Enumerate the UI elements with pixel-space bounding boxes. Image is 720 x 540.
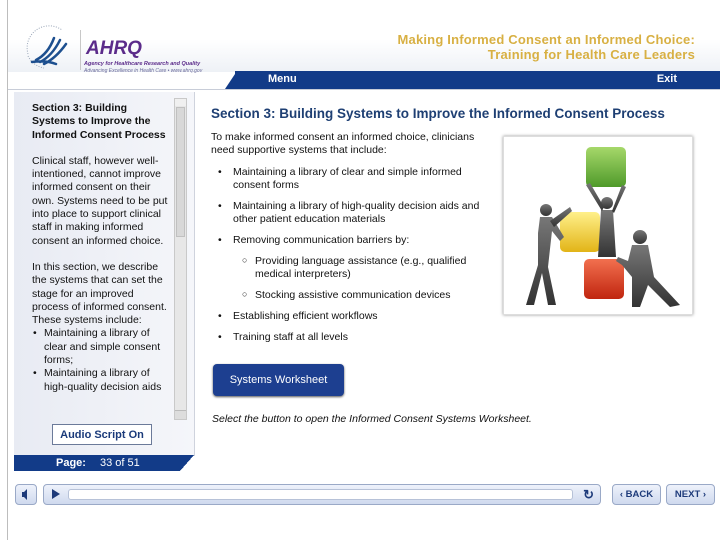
bullet-icon: • (218, 331, 222, 343)
bullet-icon: • (218, 166, 222, 178)
transcript-scrollbar[interactable] (174, 98, 187, 420)
circle-bullet-icon: ○ (242, 289, 248, 299)
transcript-paragraph-2: In this section, we describe the systems… (32, 260, 167, 327)
course-title-line1: Making Informed Consent an Informed Choi… (397, 32, 695, 47)
list-item-text: Establishing efficient workflows (233, 310, 378, 322)
logo-separator (80, 30, 81, 70)
list-item-text: Maintaining a library of clear and simpl… (233, 166, 462, 191)
mute-button[interactable] (15, 484, 37, 505)
navbar (235, 71, 720, 89)
list-item: • Maintaining a library of clear and simp… (218, 166, 498, 192)
window-border (7, 0, 8, 540)
audio-script-toggle-button[interactable]: Audio Script On (52, 424, 152, 445)
bullet-list: • Maintaining a library of clear and simp… (218, 166, 498, 352)
menu-button[interactable]: Menu (268, 73, 297, 85)
teamwork-blocks-illustration (503, 136, 693, 315)
page-bar-slant (180, 455, 194, 471)
page-title: Section 3: Building Systems to Improve t… (211, 106, 665, 121)
circle-bullet-icon: ○ (242, 255, 248, 265)
agency-tagline: Advancing Excellence in Health Care • ww… (84, 68, 203, 74)
exit-button[interactable]: Exit (657, 73, 677, 85)
green-block (586, 147, 626, 187)
list-item: • Maintaining a library of high-quality d… (218, 200, 498, 226)
transcript-paragraph-1: Clinical staff, however well-intentioned… (32, 154, 168, 247)
hhs-seal-icon (26, 25, 68, 69)
list-item: • Establishing efficient workflows (218, 310, 498, 323)
play-icon[interactable] (52, 489, 60, 499)
sub-list-item: ○ Stocking assistive communication device… (218, 289, 498, 302)
intro-text: To make informed consent an informed cho… (211, 131, 475, 156)
list-item-text: Training staff at all levels (233, 331, 348, 343)
sub-list-item-text: Providing language assistance (e.g., qua… (255, 255, 467, 280)
transcript-list-item: Maintaining a library of high-quality de… (33, 367, 168, 394)
scroll-down-arrow-icon[interactable] (175, 410, 186, 419)
red-block (584, 259, 624, 299)
next-button[interactable]: NEXT › (666, 484, 715, 505)
page-number: 33 of 51 (100, 457, 140, 469)
transcript-panel: Section 3: Building Systems to Improve t… (14, 92, 195, 456)
transcript-content: Section 3: Building Systems to Improve t… (32, 102, 168, 394)
replay-icon[interactable]: ↻ (583, 487, 594, 503)
transcript-list-item: Maintaining a library of clear and simpl… (33, 327, 168, 367)
speaker-icon (22, 489, 27, 500)
instruction-text: Select the button to open the Informed C… (212, 413, 532, 425)
ahrq-logo: AHRQ (86, 38, 142, 59)
course-title-line2: Training for Health Care Leaders (487, 47, 695, 62)
transcript-list: Maintaining a library of clear and simpl… (32, 327, 168, 393)
navbar-divider (8, 89, 720, 90)
scroll-up-arrow-icon[interactable] (175, 99, 186, 106)
sub-list-item: ○ Providing language assistance (e.g., qu… (218, 255, 498, 281)
bullet-icon: • (218, 234, 222, 246)
page-label: Page: (56, 457, 86, 469)
audio-player-bar: ↻ (43, 484, 601, 505)
yellow-block (560, 212, 600, 252)
list-item-text: Maintaining a library of high-quality de… (233, 200, 480, 225)
audio-progress-track[interactable] (68, 489, 573, 500)
list-item: • Training staff at all levels (218, 331, 498, 344)
list-item-text: Removing communication barriers by: (233, 234, 410, 246)
bullet-icon: • (218, 310, 222, 322)
scrollbar-thumb[interactable] (176, 107, 185, 237)
transcript-title: Section 3: Building Systems to Improve t… (32, 102, 166, 141)
bullet-icon: • (218, 200, 222, 212)
agency-name: Agency for Healthcare Research and Quali… (84, 61, 201, 67)
back-button[interactable]: ‹ BACK (612, 484, 661, 505)
list-item: • Removing communication barriers by: (218, 234, 498, 247)
sub-list-item-text: Stocking assistive communication devices (255, 289, 451, 301)
systems-worksheet-button[interactable]: Systems Worksheet (213, 364, 344, 396)
